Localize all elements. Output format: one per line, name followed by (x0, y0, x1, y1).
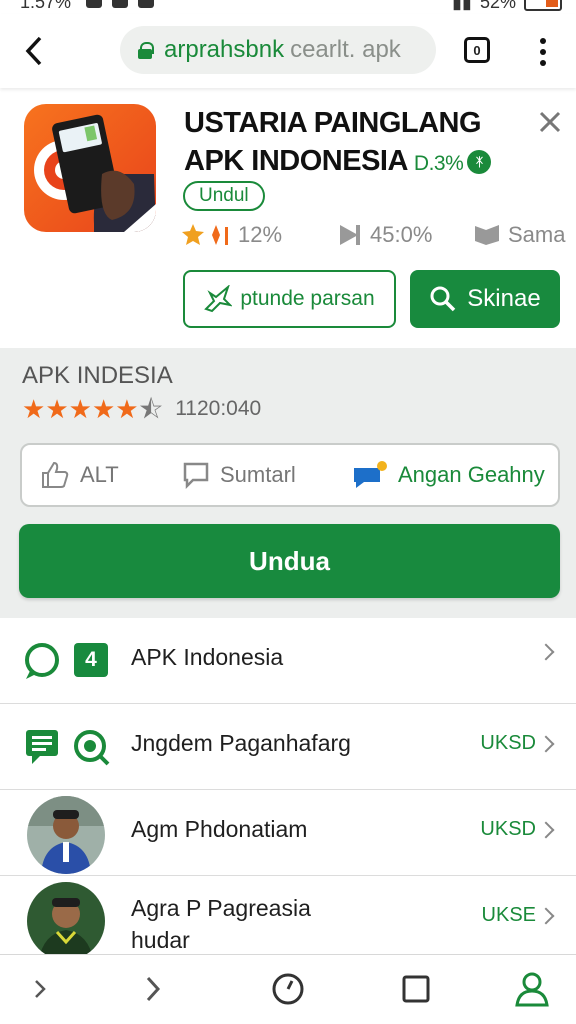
stat-category: Sama (474, 222, 565, 248)
like-action[interactable]: ALT (40, 445, 119, 505)
star-icon: ★ (68, 394, 92, 424)
search-circle-icon (74, 730, 110, 766)
list-item-label: Agm Phdonatiam (131, 816, 308, 842)
more-menu-button[interactable] (536, 38, 550, 66)
stat-rating: 12% (182, 222, 282, 248)
nav-back-button[interactable] (20, 969, 60, 1009)
close-icon (539, 111, 561, 133)
star-icon: ★ (115, 394, 139, 424)
chevron-right-icon (537, 643, 555, 661)
search-button[interactable]: Skinae (410, 270, 560, 328)
list-item-label: Agra P Pagreasia hudar (131, 895, 311, 953)
battery-icon (524, 0, 562, 11)
chevron-right-icon (35, 980, 46, 998)
app-logo-image (34, 114, 156, 232)
clock-icon (272, 973, 304, 1005)
list-item-action[interactable] (536, 643, 555, 661)
chat-bubble-icon (354, 461, 387, 488)
thumbs-up-icon (42, 461, 69, 488)
panel-title: APK INDESIA (22, 362, 173, 389)
notification-icon (112, 0, 128, 8)
bottom-navigation (0, 954, 576, 1024)
message-list-icon (26, 730, 58, 764)
person-icon (515, 972, 549, 1007)
square-icon (402, 975, 430, 1003)
nav-forward-button[interactable] (133, 969, 173, 1009)
avatar (27, 882, 105, 960)
app-title: USTARIA PAINGLANG APK INDONESIA D.3% ᛡ (184, 104, 524, 183)
rating-stars: ★ ★ ★ ★ ★ ⯪ 1120:040 (22, 396, 261, 422)
list-item[interactable]: 4 APK Indonesia (0, 618, 576, 704)
count-badge: 4 (74, 643, 108, 677)
back-arrow-icon (25, 36, 42, 66)
plane-icon (204, 285, 233, 313)
status-bar: 1:57% ▮▮ 52% (0, 0, 576, 14)
chat-icon (25, 643, 59, 679)
app-version: D.3% (413, 152, 464, 175)
list-item[interactable]: Agm Phdonatiam UKSD (0, 790, 576, 876)
close-button[interactable] (536, 108, 564, 136)
url-domain: arprahsbnk (164, 36, 285, 63)
star-icon: ★ (91, 394, 116, 424)
app-icon (24, 104, 156, 232)
chevron-right-icon (537, 821, 555, 838)
chevron-right-icon (146, 976, 161, 1002)
verified-badge-icon: ᛡ (467, 150, 492, 175)
comment-action[interactable]: Sumtarl (182, 445, 296, 505)
chevron-right-icon (537, 907, 555, 924)
rating-count: 1120:040 (175, 397, 262, 420)
list-item-action[interactable]: UKSD (480, 818, 555, 841)
star-half-icon (182, 224, 228, 245)
back-button[interactable] (18, 34, 50, 68)
notification-icon (86, 0, 102, 8)
related-list: 4 APK Indonesia Jngdem Paganhafarg UKSD … (0, 618, 576, 962)
signal-icon: ▮▮ (452, 0, 472, 12)
category-tag[interactable]: Undul (183, 181, 265, 211)
battery-percent: 52% (479, 0, 516, 12)
url-bar[interactable]: arprahsbnk cearlt. apk (120, 26, 436, 74)
avatar (27, 796, 105, 874)
person-avatar-image (27, 882, 105, 960)
list-item-label: Jngdem Paganhafarg (131, 730, 351, 756)
nav-profile-button[interactable] (512, 969, 552, 1009)
download-button[interactable]: Undua (19, 524, 560, 598)
play-icon (340, 225, 360, 245)
flag-icon (475, 225, 499, 245)
search-icon (430, 286, 456, 312)
nav-tabs-button[interactable] (396, 969, 436, 1009)
list-item[interactable]: Agra P Pagreasia hudar UKSE (0, 876, 576, 962)
app-stats: 12% 45:0% Sama (182, 222, 565, 250)
person-avatar-image (27, 796, 105, 874)
lock-icon (138, 42, 154, 59)
list-item[interactable]: Jngdem Paganhafarg UKSD (0, 704, 576, 790)
list-item-action[interactable]: UKSE (482, 904, 555, 927)
share-action[interactable]: Angan Geahny (352, 445, 545, 505)
chevron-right-icon (537, 735, 555, 752)
star-icon: ★ (45, 394, 69, 424)
nav-history-button[interactable] (268, 969, 308, 1009)
star-half-icon: ⯪ (138, 394, 164, 424)
star-icon: ★ (22, 394, 46, 424)
browser-toolbar: arprahsbnk cearlt. apk 0 (0, 14, 576, 88)
list-item-label: APK Indonesia (131, 644, 284, 670)
comment-icon (183, 462, 209, 489)
url-path: cearlt. apk (290, 36, 401, 63)
notification-icon (138, 0, 154, 8)
secondary-action-button[interactable]: ptunde parsan (183, 270, 396, 328)
social-actions: ALT Sumtarl Angan Geahny (20, 443, 560, 507)
list-item-action[interactable]: UKSD (480, 732, 555, 755)
stat-downloads: 45:0% (338, 222, 432, 248)
tabs-button[interactable]: 0 (464, 37, 490, 63)
status-time: 1:57% (20, 0, 72, 12)
